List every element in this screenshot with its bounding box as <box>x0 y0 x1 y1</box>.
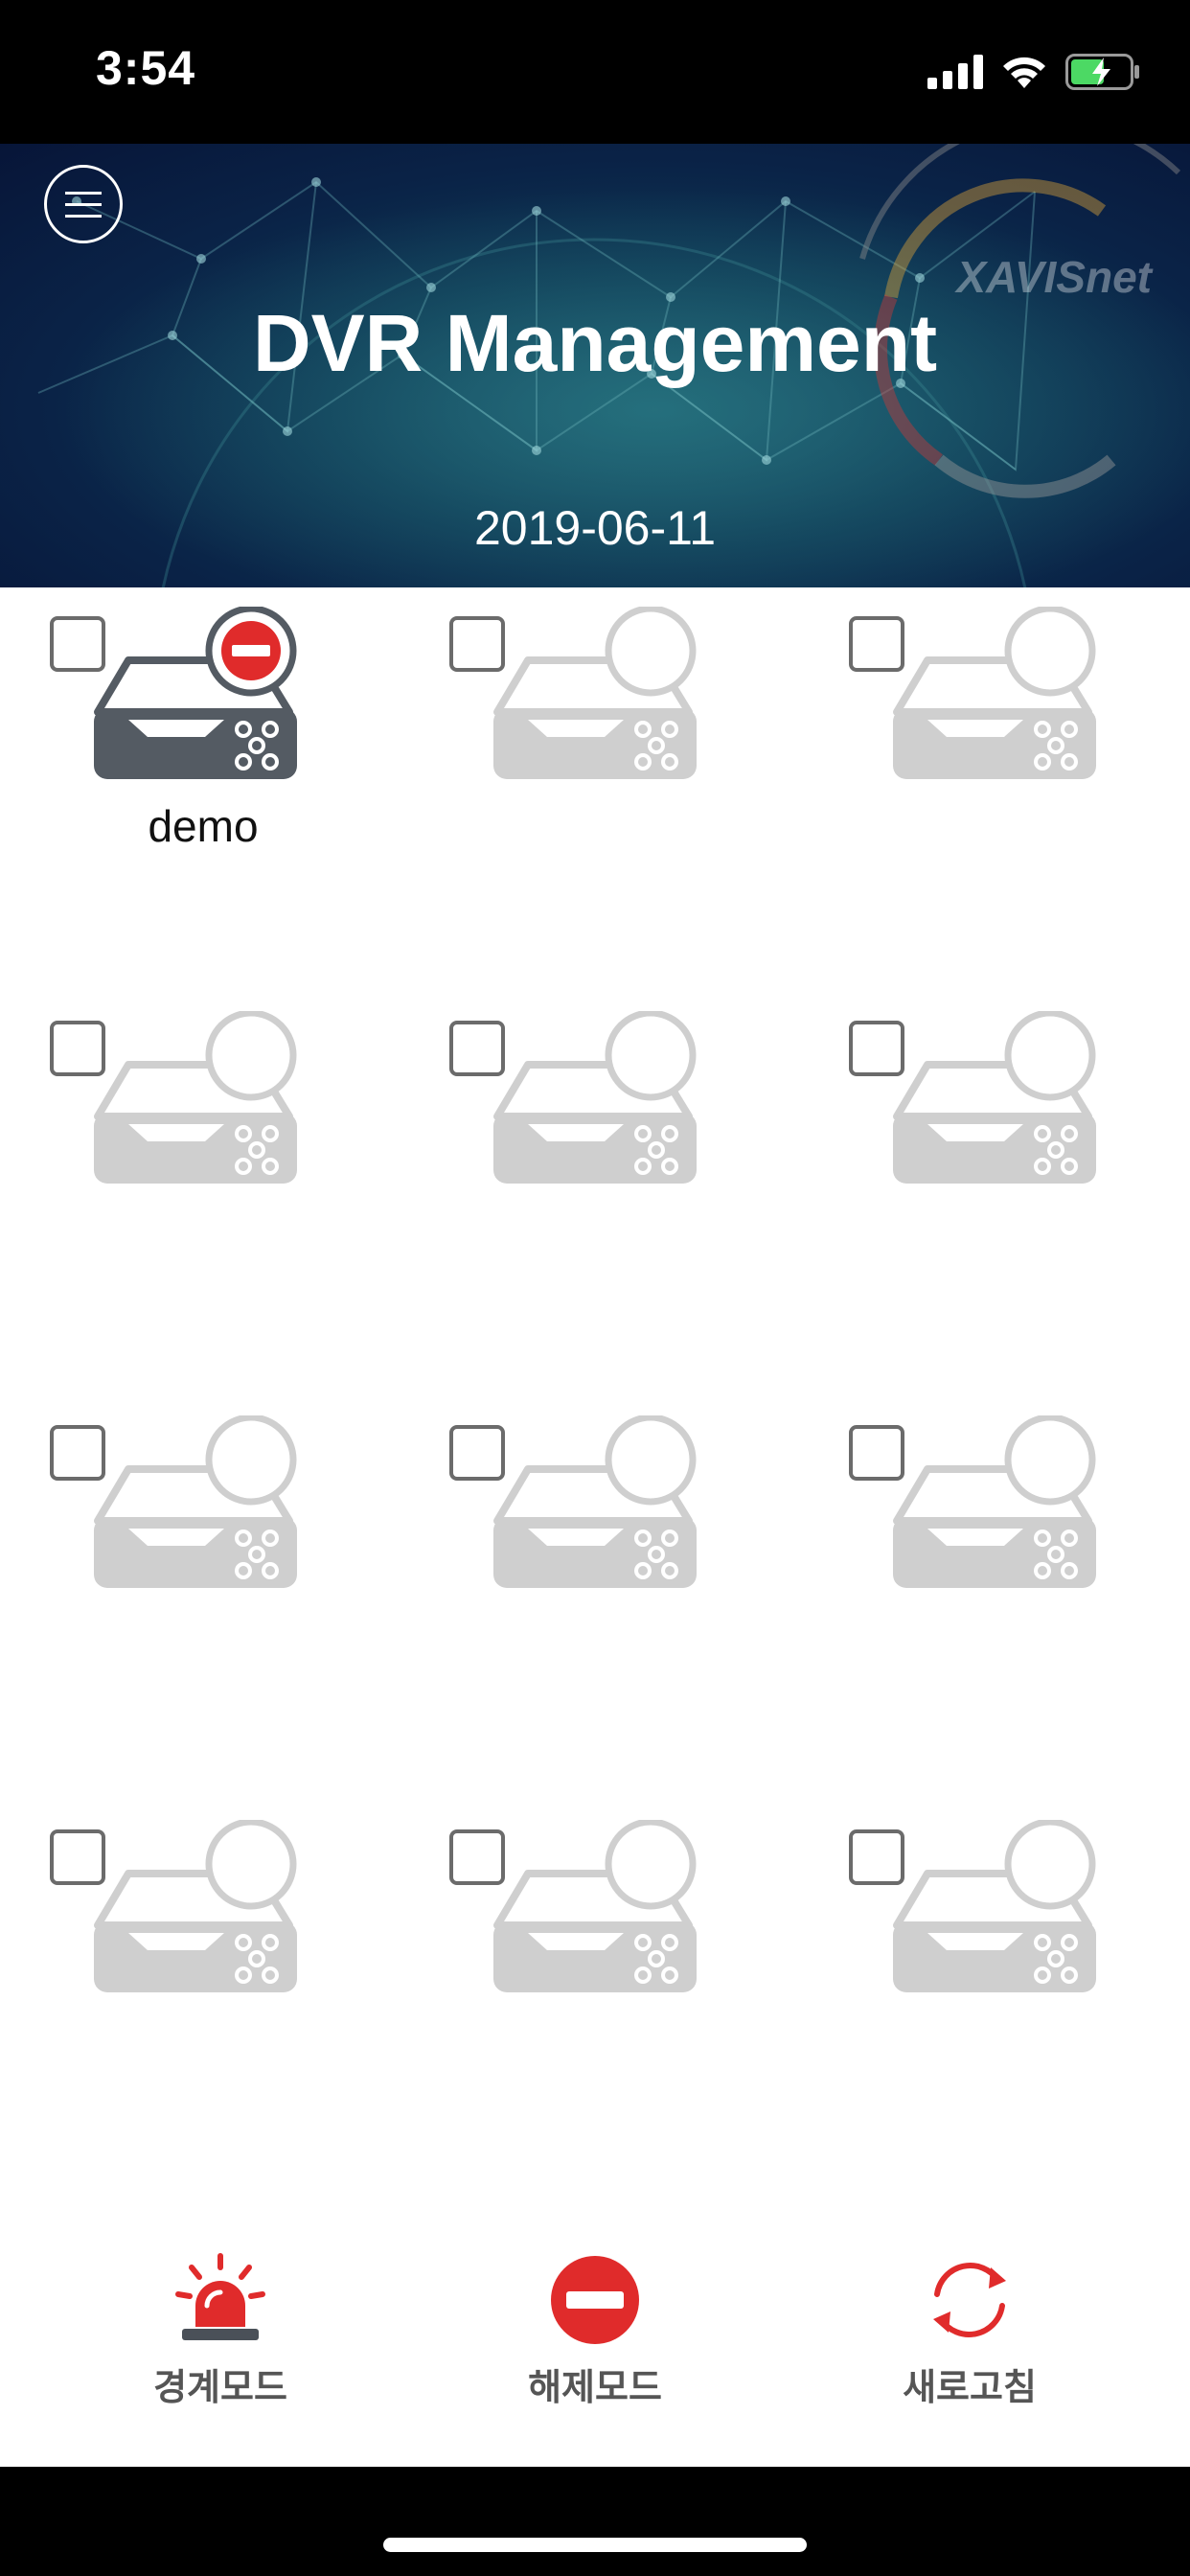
dvr-device-icon <box>893 607 1096 779</box>
device-label: demo <box>148 801 259 851</box>
siren-icon <box>175 2253 265 2340</box>
header-date: 2019-06-11 <box>473 501 717 555</box>
signal-icon <box>927 55 983 89</box>
dvr-device-icon <box>94 1820 297 1992</box>
refresh-label: 새로고침 <box>903 2366 1037 2408</box>
status-icons <box>927 48 1142 96</box>
arm-mode-button[interactable]: 경계모드 <box>77 2223 364 2415</box>
device-cell[interactable] <box>449 587 737 894</box>
home-indicator[interactable] <box>383 2538 807 2552</box>
device-cell[interactable] <box>849 1396 1136 1703</box>
brand-logo: XAVISnet <box>956 252 1152 302</box>
device-cell[interactable] <box>50 992 337 1299</box>
wifi-icon <box>1003 57 1045 88</box>
no-entry-icon <box>551 2256 639 2344</box>
disarm-mode-label: 해제모드 <box>528 2366 662 2408</box>
device-cell[interactable] <box>50 1801 337 2107</box>
home-indicator-area <box>0 2467 1190 2576</box>
device-cell[interactable] <box>50 1396 337 1703</box>
status-bar: 3:54 <box>0 0 1190 144</box>
dvr-device-icon <box>893 1820 1096 1992</box>
dvr-device-icon <box>493 1415 697 1588</box>
device-cell[interactable] <box>449 992 737 1299</box>
app-screen: 3:54 XAVISnet DVR Management 2019-06-11 … <box>0 0 1190 2576</box>
device-cell[interactable] <box>849 587 1136 894</box>
dvr-device-icon <box>893 1011 1096 1184</box>
device-cell[interactable]: demo <box>50 587 337 894</box>
arm-mode-label: 경계모드 <box>153 2366 287 2408</box>
bottom-toolbar: 경계모드 해제모드 새로고침 <box>0 2223 1190 2463</box>
device-cell[interactable] <box>849 992 1136 1299</box>
dvr-device-icon <box>493 1820 697 1992</box>
dvr-device-icon <box>493 607 697 779</box>
device-cell[interactable] <box>449 1801 737 2107</box>
dvr-device-icon <box>94 1011 297 1184</box>
refresh-icon <box>933 2263 1006 2337</box>
battery-charging-icon <box>1065 54 1139 90</box>
header-banner: XAVISnet DVR Management 2019-06-11 <box>0 144 1190 587</box>
status-time: 3:54 <box>96 41 196 95</box>
disarm-mode-button[interactable]: 해제모드 <box>451 2223 739 2415</box>
dvr-device-icon <box>94 1415 297 1588</box>
refresh-button[interactable]: 새로고침 <box>826 2223 1113 2415</box>
hamburger-menu-icon[interactable] <box>44 165 123 243</box>
device-cell[interactable] <box>849 1801 1136 2107</box>
dvr-device-icon <box>94 607 297 779</box>
device-cell[interactable] <box>449 1396 737 1703</box>
page-title: DVR Management <box>252 298 938 388</box>
dvr-device-icon <box>493 1011 697 1184</box>
dvr-device-icon <box>893 1415 1096 1588</box>
